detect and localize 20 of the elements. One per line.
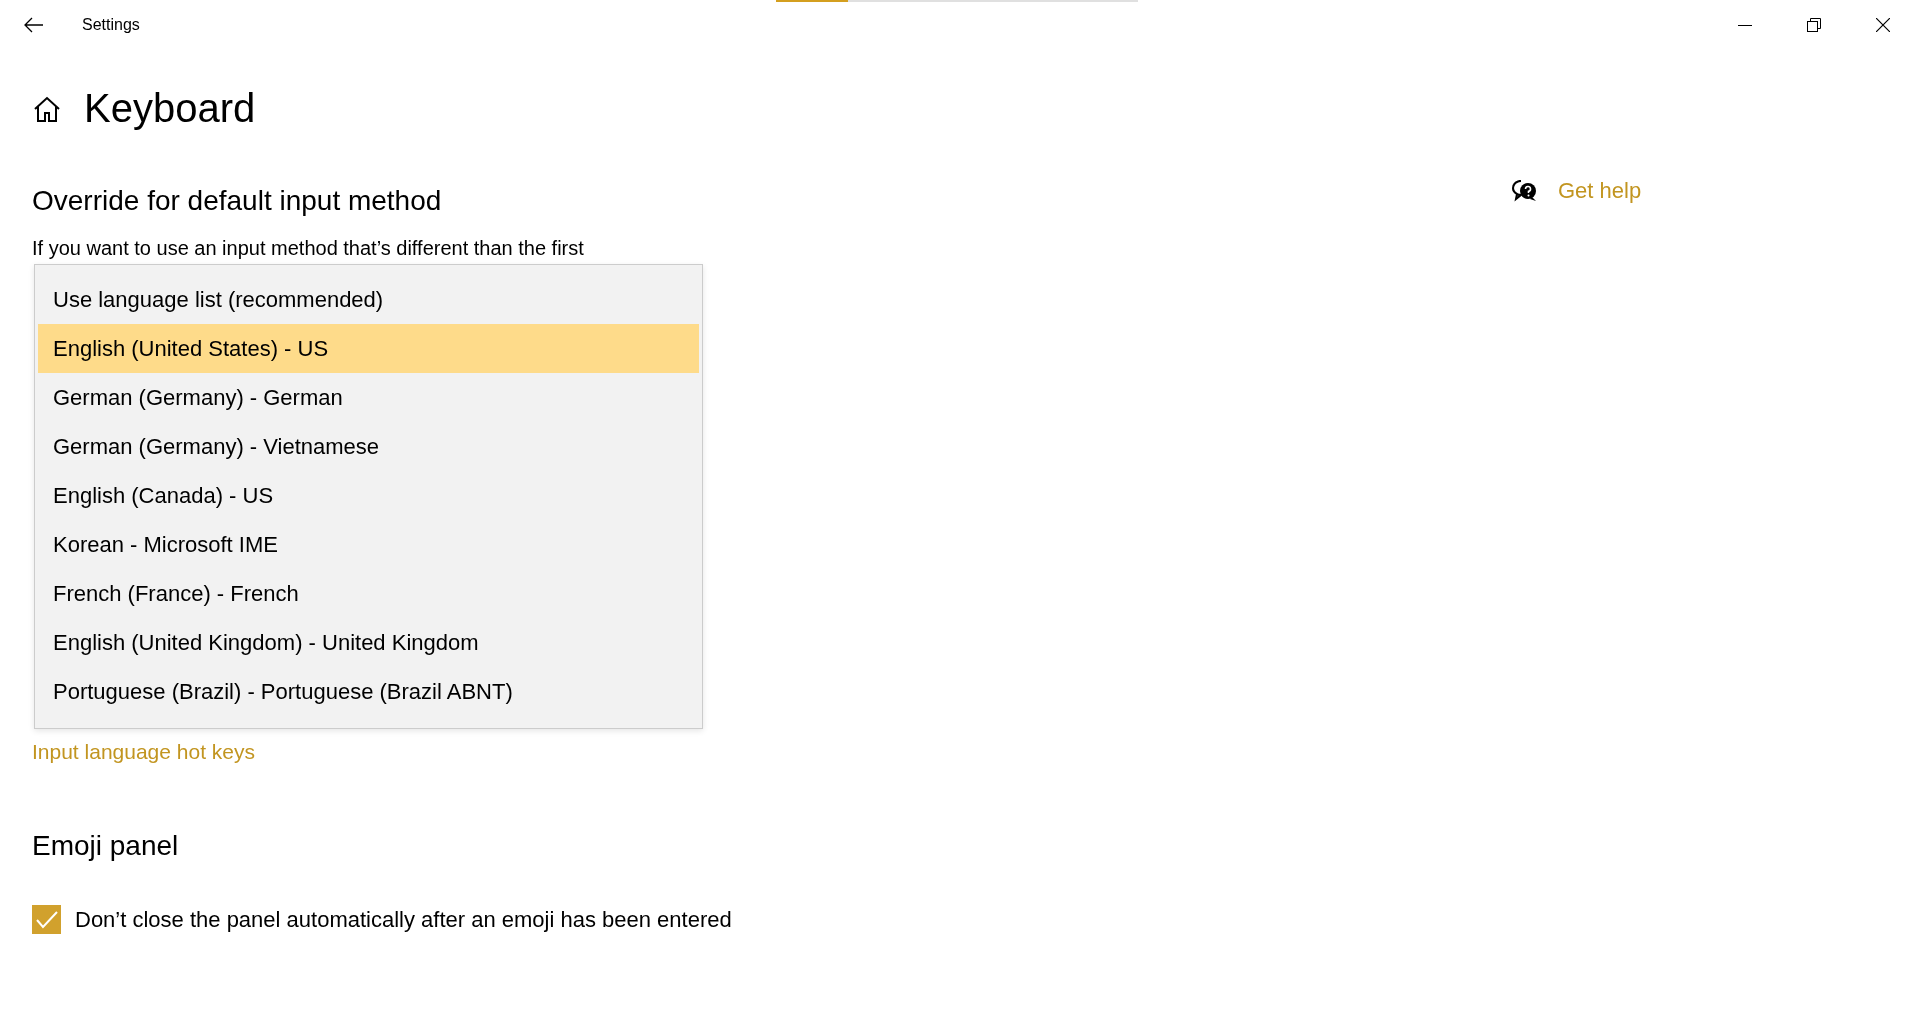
checkbox[interactable] (32, 905, 61, 934)
dropdown-option[interactable]: Portuguese (Brazil) - Portuguese (Brazil ABNT) (38, 667, 699, 716)
dropdown-option[interactable]: German (Germany) - German (38, 373, 699, 422)
minimize-icon (1737, 24, 1752, 26)
help-chat-icon (1512, 179, 1538, 203)
window-title: Settings (82, 16, 140, 34)
section-heading: Override for default input method (32, 185, 443, 217)
description-text: If you want to use an input method that’s different than the first (32, 237, 585, 260)
section-heading: Emoji panel (32, 830, 180, 862)
dropdown-option[interactable]: English (Canada) - US (38, 471, 699, 520)
restore-icon (1806, 18, 1821, 32)
dropdown-option[interactable]: German (Germany) - Vietnamese (38, 422, 699, 471)
checkbox-label: Don’t close the panel automatically after an emoji has been entered (75, 906, 732, 933)
close-icon (1875, 18, 1890, 32)
page-title: Keyboard (84, 86, 256, 131)
dropdown-option[interactable]: English (United States) - US (38, 324, 699, 373)
dropdown-option[interactable]: Korean - Microsoft IME (38, 520, 699, 569)
dropdown-option[interactable]: English (United Kingdom) - United Kingdom (38, 618, 699, 667)
dropdown-option[interactable]: French (France) - French (38, 569, 699, 618)
dropdown-option[interactable]: Use language list (recommended) (38, 275, 699, 324)
